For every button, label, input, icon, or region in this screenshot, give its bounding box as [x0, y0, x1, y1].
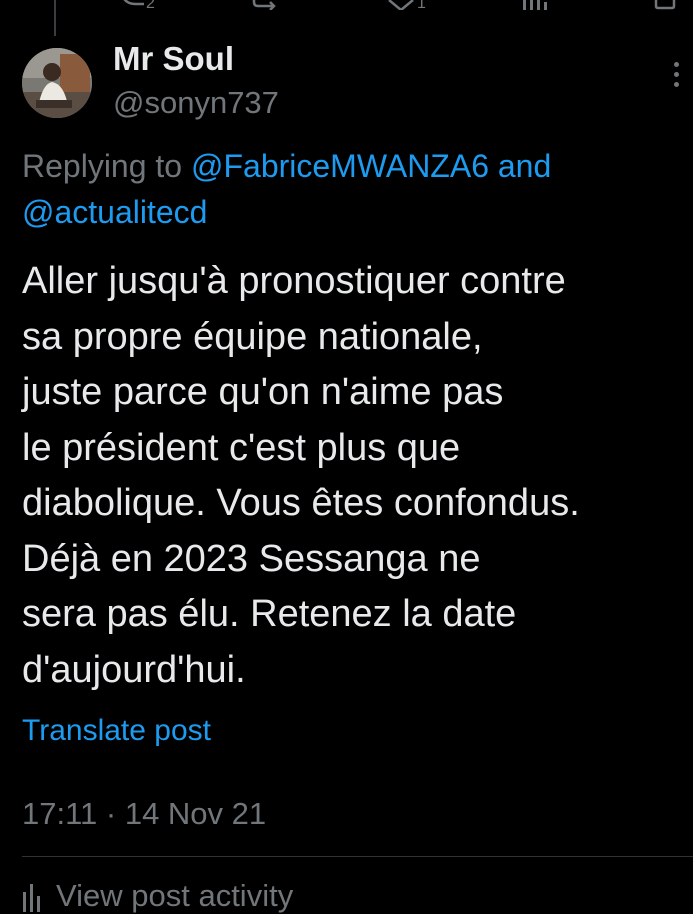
divider	[22, 856, 693, 857]
tweet-text-line: Déjà en 2023 Sessanga ne	[22, 537, 481, 580]
replying-conjunction[interactable]: and	[498, 148, 551, 184]
more-vertical-icon[interactable]	[672, 62, 680, 92]
views-icon[interactable]	[520, 0, 550, 15]
author-display-name[interactable]: Mr Soul	[113, 40, 234, 78]
share-icon[interactable]	[650, 0, 680, 15]
tweet-text-line: sa propre équipe nationale,	[22, 315, 483, 358]
reply-icon[interactable]: 2	[118, 0, 158, 15]
avatar[interactable]	[22, 48, 92, 118]
tweet-timestamp[interactable]: 17:11 · 14 Nov 21	[22, 796, 266, 832]
bar-chart-icon	[23, 884, 40, 912]
svg-text:1: 1	[417, 0, 426, 10]
tweet-text-line: d'aujourd'hui.	[22, 648, 246, 691]
retweet-icon[interactable]	[250, 0, 290, 15]
mention-link[interactable]: @actualitecd	[22, 194, 207, 230]
tweet-text: Aller jusqu'à pronostiquer contre sa pro…	[22, 254, 687, 698]
replying-prefix: Replying to	[22, 148, 183, 184]
tweet-text-line: juste parce qu'on n'aime pas	[22, 371, 504, 413]
view-post-activity[interactable]: View post activity	[22, 878, 293, 914]
previous-post-action-bar: 2 1	[0, 0, 693, 36]
thread-line	[54, 0, 56, 36]
author-handle[interactable]: @sonyn737	[113, 85, 279, 121]
tweet-text-line: sera pas élu. Retenez la date	[22, 593, 517, 635]
view-post-activity-label: View post activity	[56, 878, 294, 913]
replying-to: Replying to @FabriceMWANZA6 and @actuali…	[22, 143, 662, 235]
tweet-text-line: le président c'est plus que	[22, 426, 461, 469]
like-icon[interactable]: 1	[385, 0, 435, 15]
tweet-text-line: Aller jusqu'à pronostiquer contre	[22, 260, 566, 302]
profile-photo	[22, 48, 92, 118]
translate-post-link[interactable]: Translate post	[22, 714, 211, 748]
mention-link[interactable]: @FabriceMWANZA6	[191, 148, 489, 184]
svg-text:2: 2	[146, 0, 155, 10]
tweet-text-line: diabolique. Vous êtes confondus.	[22, 482, 580, 524]
